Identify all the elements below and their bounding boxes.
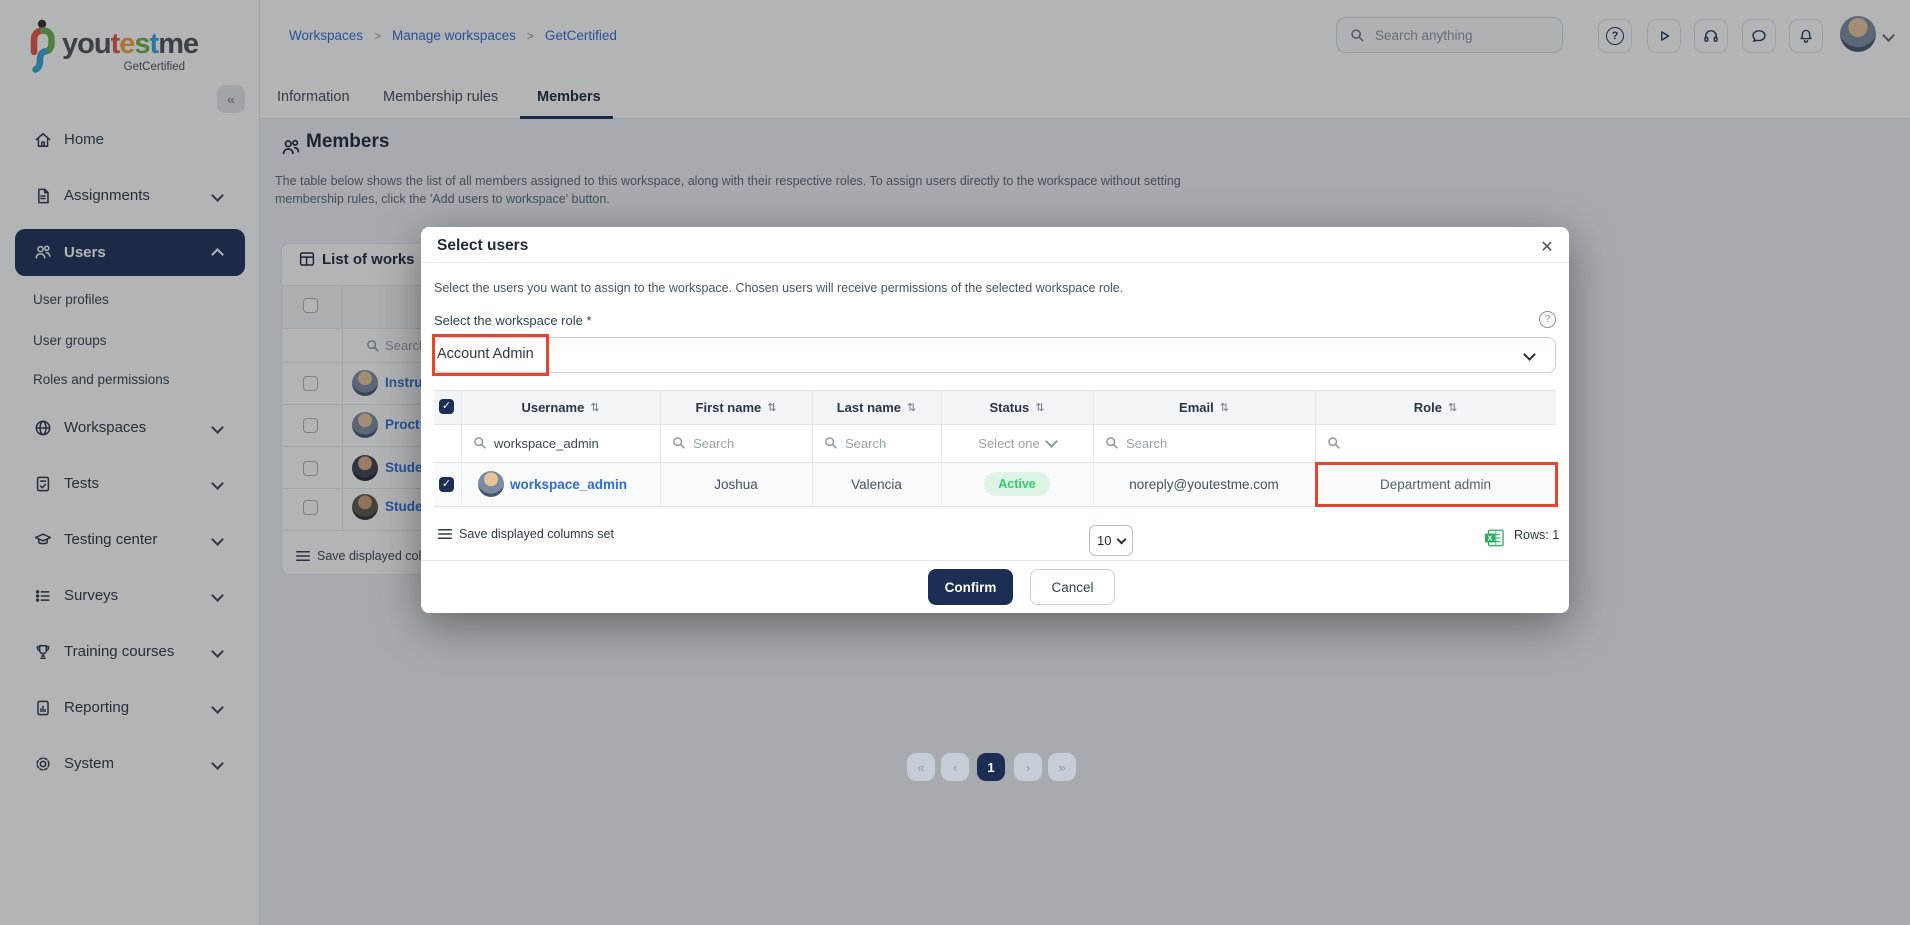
row-checkbox[interactable]: ✓ — [439, 477, 454, 492]
select-users-dialog: Select users ✕ Select the users you want… — [421, 227, 1569, 613]
column-header-role[interactable]: Role⇅ — [1315, 390, 1556, 424]
column-header-email[interactable]: Email⇅ — [1093, 390, 1315, 424]
hamburger-icon[interactable] — [437, 527, 453, 541]
pagination-first[interactable]: « — [907, 753, 935, 781]
role-cell: Department admin — [1315, 462, 1556, 506]
sort-icon: ⇅ — [767, 401, 776, 414]
rows-count-label: Rows: 1 — [1514, 528, 1559, 542]
filter-placeholder: Search — [845, 436, 886, 451]
excel-export-icon[interactable]: X — [1484, 529, 1504, 547]
dialog-description: Select the users you want to assign to t… — [434, 281, 1123, 295]
page-size-select[interactable]: 10 — [1089, 525, 1133, 556]
sort-icon: ⇅ — [1220, 401, 1229, 414]
workspace-role-select[interactable] — [434, 337, 1556, 373]
avatar — [478, 471, 504, 497]
search-icon — [473, 436, 487, 450]
confirm-button[interactable]: Confirm — [928, 569, 1013, 605]
workspace-role-value: Account Admin — [437, 346, 534, 362]
email-filter-input[interactable]: Search — [1105, 424, 1305, 462]
email-cell: noreply@youtestme.com — [1093, 462, 1315, 506]
divider — [434, 506, 1556, 507]
sort-icon: ⇅ — [1035, 401, 1044, 414]
cancel-button[interactable]: Cancel — [1030, 569, 1115, 605]
pagination-page-1[interactable]: 1 — [977, 753, 1005, 781]
search-icon — [1105, 436, 1119, 450]
svg-text:X: X — [1487, 534, 1492, 543]
last-name-filter-input[interactable]: Search — [824, 424, 934, 462]
column-header-last-name[interactable]: Last name⇅ — [812, 390, 941, 424]
username-filter-value: workspace_admin — [494, 436, 599, 451]
pagination-prev[interactable]: ‹ — [941, 753, 969, 781]
first-name-cell: Joshua — [660, 462, 812, 506]
pagination-last[interactable]: » — [1048, 753, 1076, 781]
filter-placeholder: Select one — [978, 436, 1039, 451]
status-badge: Active — [984, 472, 1050, 496]
sort-icon: ⇅ — [590, 401, 599, 414]
save-columns-button[interactable]: Save displayed columns set — [459, 527, 614, 541]
filter-placeholder: Search — [1126, 436, 1167, 451]
info-icon[interactable]: ? — [1539, 311, 1556, 328]
search-icon — [1327, 436, 1341, 450]
dialog-title: Select users — [437, 237, 528, 255]
status-filter-select[interactable]: Select one — [941, 424, 1093, 462]
select-all-checkbox[interactable]: ✓ — [439, 399, 454, 414]
divider — [421, 262, 1569, 263]
column-header-username[interactable]: Username⇅ — [461, 390, 660, 424]
sort-icon: ⇅ — [907, 401, 916, 414]
search-icon — [824, 436, 838, 450]
search-icon — [672, 436, 686, 450]
chevron-down-icon — [1045, 435, 1058, 448]
first-name-filter-input[interactable]: Search — [672, 424, 802, 462]
filter-placeholder: Search — [693, 436, 734, 451]
role-filter-input[interactable] — [1327, 424, 1527, 462]
sort-icon: ⇅ — [1448, 401, 1457, 414]
username-filter-input[interactable]: workspace_admin — [473, 424, 653, 462]
pagination-next[interactable]: › — [1014, 753, 1042, 781]
role-label: Select the workspace role * — [434, 313, 592, 328]
column-header-first-name[interactable]: First name⇅ — [660, 390, 812, 424]
last-name-cell: Valencia — [812, 462, 941, 506]
divider — [421, 560, 1569, 561]
status-cell: Active — [941, 462, 1093, 506]
chevron-down-icon — [1117, 534, 1127, 544]
username-link[interactable]: workspace_admin — [510, 462, 660, 506]
close-icon[interactable]: ✕ — [1535, 235, 1559, 259]
page-size-value: 10 — [1097, 533, 1111, 548]
column-header-status[interactable]: Status⇅ — [941, 390, 1093, 424]
